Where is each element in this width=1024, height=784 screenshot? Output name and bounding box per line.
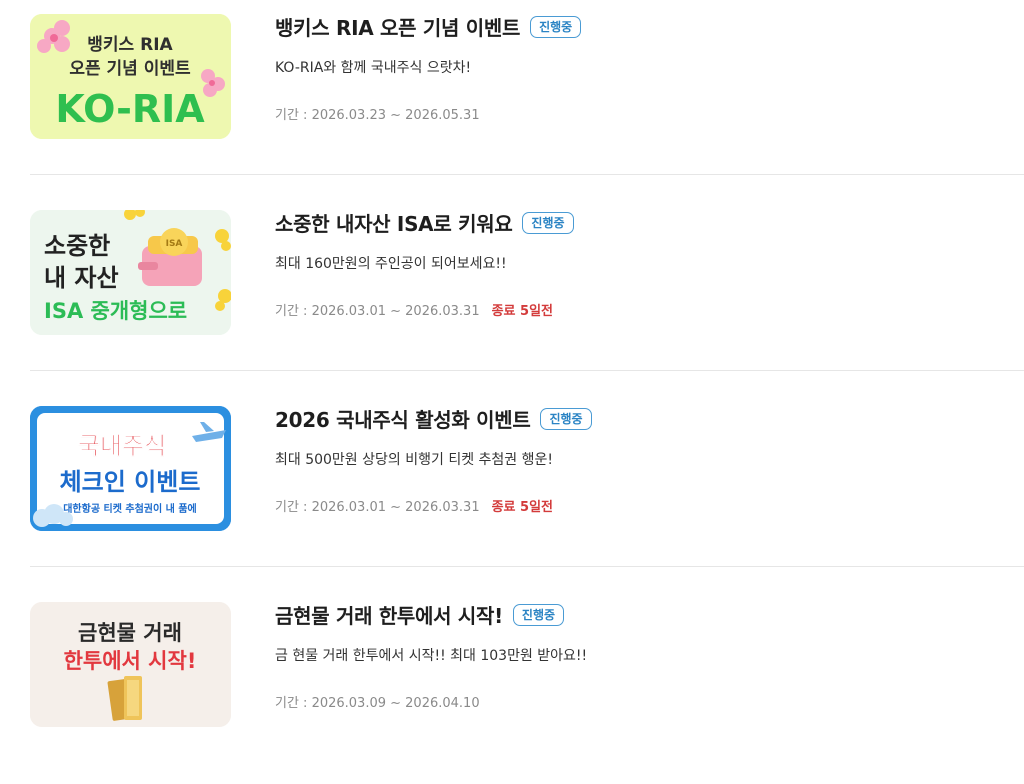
- thumb-text: 국내주식: [78, 432, 166, 460]
- event-thumbnail[interactable]: ISA 소중한 내 자산 ISA 중개형으로: [30, 210, 231, 335]
- event-description: KO-RIA와 함께 국내주식 으랏차!: [275, 60, 472, 76]
- event-period: 기간 : 2026.03.09 ~ 2026.04.10: [275, 696, 480, 711]
- thumb-text: 소중한: [44, 232, 110, 260]
- event-item[interactable]: 금현물 거래 한투에서 시작! 금현물 거래 한투에서 시작! 진행중 금 현물…: [0, 566, 1024, 784]
- thumb-text: 대한항공 티켓 추첨권이 내 품에: [63, 502, 197, 515]
- event-thumbnail[interactable]: 뱅키스 RIA 오픈 기념 이벤트 KO-RIA: [30, 14, 231, 139]
- status-badge: 진행중: [512, 603, 565, 626]
- event-title[interactable]: 뱅키스 RIA 오픈 기념 이벤트: [275, 12, 520, 41]
- event-description: 금 현물 거래 한투에서 시작!! 최대 103만원 받아요!!: [275, 648, 588, 664]
- deadline-label: 종료 5일전: [491, 304, 554, 319]
- thumb-headline: 체크인 이벤트: [60, 468, 201, 496]
- svg-text:ISA: ISA: [166, 239, 183, 249]
- event-period: 기간 : 2026.03.01 ~ 2026.03.31: [275, 304, 480, 319]
- thumb-text: 뱅키스 RIA: [87, 35, 173, 55]
- status-badge: 진행중: [522, 211, 574, 234]
- event-list: 뱅키스 RIA 오픈 기념 이벤트 KO-RIA 뱅키스 RIA 오픈 기념 이…: [0, 0, 1024, 752]
- event-thumbnail[interactable]: 국내주식 체크인 이벤트 대한항공 티켓 추첨권이 내 품에: [30, 406, 231, 531]
- thumb-text: 금현물 거래: [78, 621, 182, 645]
- event-item[interactable]: ISA 소중한 내 자산 ISA 중개형으로 소중한 내자산 ISA로 키워요 …: [0, 174, 1024, 392]
- thumb-headline: 한투에서 시작!: [64, 649, 197, 673]
- event-thumbnail[interactable]: 금현물 거래 한투에서 시작!: [30, 602, 231, 727]
- event-item[interactable]: 뱅키스 RIA 오픈 기념 이벤트 KO-RIA 뱅키스 RIA 오픈 기념 이…: [0, 0, 1024, 196]
- deadline-label: 종료 5일전: [491, 500, 554, 515]
- event-title[interactable]: 금현물 거래 한투에서 시작!: [275, 600, 503, 629]
- event-item[interactable]: 국내주식 체크인 이벤트 대한항공 티켓 추첨권이 내 품에 2026 국내주식…: [0, 370, 1024, 588]
- thumb-text: 내 자산: [44, 264, 119, 292]
- event-period: 기간 : 2026.03.01 ~ 2026.03.31: [275, 500, 480, 515]
- thumb-headline: ISA 중개형으로: [44, 299, 187, 323]
- event-description: 최대 500만원 상당의 비행기 티켓 추첨권 행운!: [275, 452, 553, 468]
- event-title[interactable]: 소중한 내자산 ISA로 키워요: [275, 208, 513, 237]
- event-period: 기간 : 2026.03.23 ~ 2026.05.31: [275, 108, 480, 123]
- thumb-headline: KO-RIA: [55, 87, 205, 131]
- event-description: 최대 160만원의 주인공이 되어보세요!!: [275, 256, 507, 272]
- thumb-text: 오픈 기념 이벤트: [69, 58, 191, 79]
- status-badge: 진행중: [540, 407, 592, 430]
- status-badge: 진행중: [530, 15, 582, 38]
- gold-bar-icon: [107, 676, 142, 721]
- event-title[interactable]: 2026 국내주식 활성화 이벤트: [275, 404, 531, 433]
